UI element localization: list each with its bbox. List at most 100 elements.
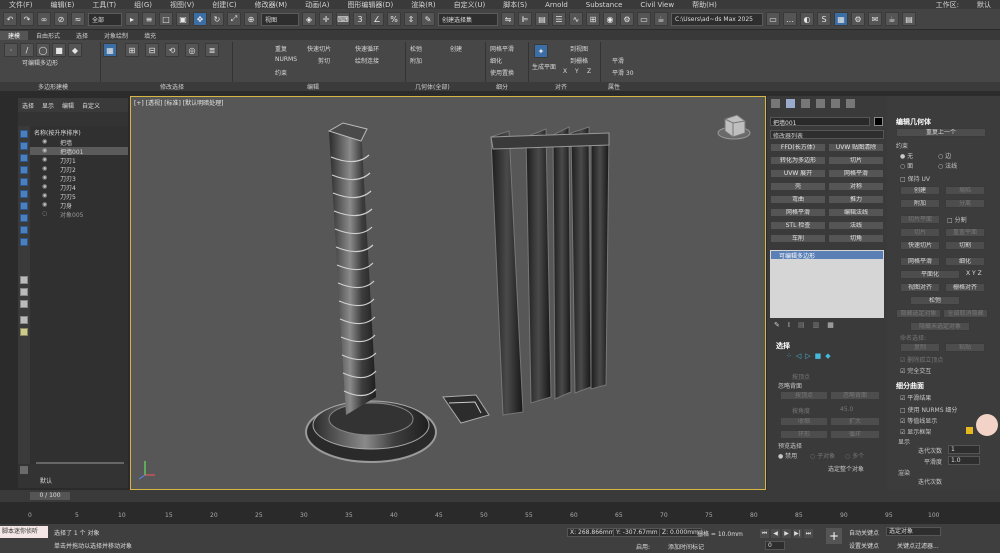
edge-icon[interactable]: ◁ — [796, 352, 801, 362]
track-bar[interactable]: 0 5 10 15 20 25 30 35 40 45 50 55 60 65 … — [0, 502, 1000, 524]
eye-icon[interactable]: ◉ — [42, 156, 47, 163]
polygon-mode-icon[interactable]: ■ — [52, 43, 66, 57]
key-filters-button[interactable]: 关键点过滤器... — [897, 541, 939, 550]
create-button[interactable]: 创建 — [900, 186, 940, 195]
isoline-checkbox[interactable]: ☑ 等值线显示 — [900, 416, 937, 425]
group-properties[interactable]: 属性 — [608, 82, 620, 91]
filter-groups-icon[interactable] — [20, 202, 28, 210]
show-cage-checkbox[interactable]: ☑ 显示框架 — [900, 427, 931, 436]
eye-icon[interactable]: ◉ — [42, 174, 47, 181]
grow-icon[interactable]: ⊞ — [125, 43, 139, 57]
percent-snap-icon[interactable]: % — [387, 12, 401, 26]
hierarchy-tab-icon[interactable] — [801, 99, 810, 108]
delete-isolated-checkbox[interactable]: ☑ 删除孤立顶点 — [900, 355, 943, 364]
list-item[interactable]: ◉ 刀刃4 — [30, 183, 128, 192]
motion-tab-icon[interactable] — [816, 99, 825, 108]
group-modify-selection[interactable]: 修改选择 — [160, 82, 184, 91]
group-subdivision[interactable]: 细分 — [496, 82, 508, 91]
scene-explorer-icon[interactable]: ☰ — [552, 12, 566, 26]
modifier-list-dropdown[interactable]: 修改器列表 — [770, 130, 884, 140]
iterations-spinner[interactable]: 1 — [948, 445, 980, 454]
grow-button[interactable]: 扩大 — [830, 417, 880, 426]
wrapped-handle[interactable] — [327, 122, 377, 415]
make-unique-icon[interactable]: ▤ — [798, 321, 805, 329]
select-similar-icon[interactable]: ≣ — [205, 43, 219, 57]
window-crossing-icon[interactable]: ▣ — [176, 12, 190, 26]
element-icon[interactable]: ◆ — [825, 352, 830, 362]
element-mode-icon[interactable]: ◆ — [68, 43, 82, 57]
cmd-relax[interactable]: 松弛 — [410, 44, 422, 53]
play-icon[interactable]: ▶ — [782, 529, 791, 538]
scene-tab-edit[interactable]: 编辑 — [58, 101, 78, 110]
slice-plane-button[interactable]: 切片平面 — [900, 215, 940, 224]
eye-icon[interactable]: ◉ — [42, 183, 47, 190]
bind-space-warp-icon[interactable]: ≈ — [71, 12, 85, 26]
preview-subobj-radio[interactable]: ○ 子对象 — [810, 451, 835, 460]
cmd-meshsmooth[interactable]: 网格平滑 — [490, 44, 514, 53]
layer-icon[interactable] — [20, 466, 28, 474]
mod-to-poly[interactable]: 转化为多边形 — [770, 156, 826, 165]
mirror-icon[interactable]: ⇋ — [501, 12, 515, 26]
cmd-make-planar[interactable]: 生成平面 — [532, 62, 556, 71]
ref-coord-dropdown[interactable]: 视图 — [261, 12, 299, 26]
edit-geometry-title[interactable]: 编辑几何体 — [896, 117, 931, 127]
named-selection-dropdown[interactable]: 创建选择集 — [438, 12, 498, 26]
perspective-viewport[interactable] — [130, 96, 766, 490]
render-message-icon[interactable]: ✉ — [868, 12, 882, 26]
rect-select-icon[interactable]: □ — [159, 12, 173, 26]
ring-icon[interactable]: ◎ — [185, 43, 199, 57]
redo-icon[interactable]: ↷ — [20, 12, 34, 26]
place-icon[interactable]: ⊕ — [244, 12, 258, 26]
unlink-icon[interactable]: ⊘ — [54, 12, 68, 26]
pivot-icon[interactable]: ◈ — [302, 12, 316, 26]
cmd-align-y[interactable]: Y — [575, 68, 579, 75]
schematic-icon[interactable]: ⊞ — [586, 12, 600, 26]
selection-filter-dropdown[interactable]: 全部 — [88, 12, 122, 26]
arnold-render-icon[interactable]: ◐ — [800, 12, 814, 26]
smoothness-spinner[interactable]: 1.0 — [948, 456, 980, 465]
remove-modifier-icon[interactable]: ▥ — [813, 321, 820, 329]
pin-stack-icon[interactable]: ✎ — [774, 321, 780, 329]
substance-icon[interactable]: S — [817, 12, 831, 26]
vertex-mode-icon[interactable]: · — [4, 43, 18, 57]
mod-bend[interactable]: 弯曲 — [770, 195, 826, 204]
display-none-icon[interactable] — [20, 288, 28, 296]
quickslice-button[interactable]: 快速切片 — [900, 241, 940, 250]
cmd-paint-connect[interactable]: 绘制连接 — [355, 56, 379, 65]
current-frame-field[interactable]: 0 — [765, 541, 785, 550]
maxscript-listener[interactable]: 脚本迷你侦听 — [0, 526, 48, 538]
relax-button[interactable]: 松弛 — [910, 296, 960, 305]
cmd-tessellate[interactable]: 细化 — [490, 56, 502, 65]
y-coordinate[interactable]: Y: -307.67mm — [613, 528, 661, 537]
group-geometry[interactable]: 几何体(全部) — [415, 82, 450, 91]
filter-geometry-icon[interactable] — [20, 130, 28, 138]
create-tab-icon[interactable] — [771, 99, 780, 108]
ribbon-toggle-icon[interactable]: ▦ — [103, 43, 117, 57]
edit-named-sel-icon[interactable]: ✎ — [421, 12, 435, 26]
filter-containers-icon[interactable] — [20, 238, 28, 246]
cmd-to-view[interactable]: 到视图 — [570, 44, 588, 53]
cmd-use-displacement[interactable]: 使用置换 — [490, 68, 514, 77]
loop-button[interactable]: 循环 — [830, 430, 880, 439]
mod-lathe[interactable]: 车削 — [770, 234, 826, 243]
attach-button[interactable]: 附加 — [900, 199, 940, 208]
split-checkbox[interactable]: □ 分割 — [947, 215, 967, 224]
full-interactivity-checkbox[interactable]: ☑ 完全交互 — [900, 366, 931, 375]
constraint-edge-radio[interactable]: ○ 边 — [938, 151, 951, 160]
display-tab-icon[interactable] — [831, 99, 840, 108]
render-setup-icon[interactable]: ⚙ — [620, 12, 634, 26]
filter-bones-icon[interactable] — [20, 226, 28, 234]
cmd-to-grid[interactable]: 到栅格 — [570, 56, 588, 65]
set-key-icon[interactable]: + — [826, 528, 842, 544]
by-vertex-checkbox[interactable]: 按顶点 — [792, 372, 810, 381]
angle-spinner[interactable]: 45.0 — [840, 406, 853, 413]
cmd-create[interactable]: 创建 — [450, 44, 462, 53]
cmd-smooth-30[interactable]: 平滑 30 — [612, 68, 634, 77]
utilities-tab-icon[interactable] — [846, 99, 855, 108]
select-by-name-icon[interactable]: ≡ — [142, 12, 156, 26]
filter-icon[interactable] — [20, 316, 28, 324]
eye-icon[interactable]: ◉ — [42, 138, 47, 145]
list-item[interactable]: ◉ 刀刃5 — [30, 192, 128, 201]
go-to-end-icon[interactable]: ⏭ — [804, 529, 813, 538]
mod-shell[interactable]: 壳 — [770, 182, 826, 191]
